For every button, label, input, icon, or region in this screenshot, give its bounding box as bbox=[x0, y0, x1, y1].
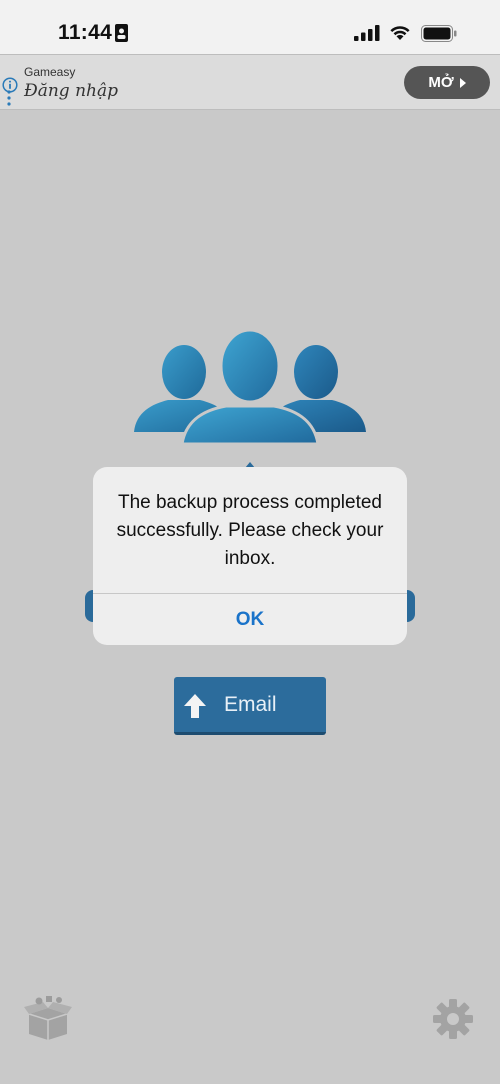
upload-arrow-icon bbox=[184, 694, 206, 718]
email-button-label: Email bbox=[224, 693, 277, 716]
battery-icon bbox=[421, 25, 457, 42]
alert-message: The backup process completed successfull… bbox=[116, 492, 384, 569]
status-bar: 11:44 bbox=[0, 0, 500, 54]
wifi-icon bbox=[390, 26, 410, 40]
box-icon[interactable] bbox=[24, 996, 72, 1040]
contacts-group-icon bbox=[134, 328, 366, 444]
ad-tagline: Đăng nhập bbox=[24, 81, 119, 101]
ad-banner[interactable]: Gameasy Đăng nhập MỞ bbox=[0, 54, 500, 110]
contact-card-icon bbox=[115, 24, 128, 42]
status-time: 11:44 bbox=[58, 21, 113, 44]
alert-dialog: The backup process completed successfull… bbox=[93, 467, 407, 645]
alert-ok-button[interactable]: OK bbox=[93, 594, 407, 645]
ad-brand: Gameasy bbox=[24, 65, 76, 79]
email-button[interactable]: Email bbox=[174, 677, 326, 735]
gear-icon[interactable] bbox=[433, 999, 473, 1039]
more-vertical-icon[interactable] bbox=[7, 90, 11, 106]
ad-open-button[interactable]: MỞ bbox=[404, 66, 490, 99]
play-arrow-icon bbox=[459, 77, 466, 88]
cellular-signal-icon bbox=[354, 25, 380, 41]
ad-open-label: MỞ bbox=[428, 74, 454, 91]
